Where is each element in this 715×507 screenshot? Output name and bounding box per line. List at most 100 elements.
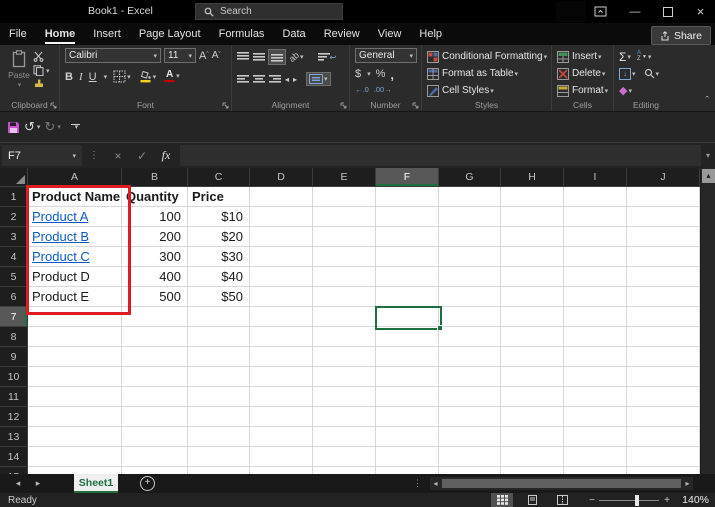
cell-J11[interactable] bbox=[627, 387, 700, 407]
cell-D8[interactable] bbox=[250, 327, 313, 347]
cell-D12[interactable] bbox=[250, 407, 313, 427]
cell-D2[interactable] bbox=[250, 207, 313, 227]
sheet-nav-left-icon[interactable]: ◂ bbox=[8, 478, 28, 489]
cell-F1[interactable] bbox=[376, 187, 439, 207]
cut-button[interactable] bbox=[33, 51, 50, 62]
cell-H12[interactable] bbox=[501, 407, 564, 427]
format-cells-button[interactable]: Format ▾ bbox=[557, 82, 610, 99]
search-box[interactable]: Search bbox=[195, 3, 343, 20]
number-dialog-launcher[interactable] bbox=[412, 102, 419, 109]
cell-J12[interactable] bbox=[627, 407, 700, 427]
new-sheet-button[interactable]: + bbox=[140, 476, 155, 491]
top-align-button[interactable] bbox=[237, 52, 249, 62]
clear-button[interactable]: ◆ ▾ bbox=[619, 84, 632, 97]
cell-E8[interactable] bbox=[313, 327, 376, 347]
tab-home[interactable]: Home bbox=[36, 24, 85, 45]
zoom-slider-thumb[interactable] bbox=[635, 494, 639, 506]
bold-button[interactable]: B bbox=[65, 71, 73, 83]
cell-B8[interactable] bbox=[122, 327, 188, 347]
hscroll-thumb[interactable] bbox=[442, 479, 681, 488]
hscroll-left-icon[interactable]: ◂ bbox=[430, 479, 441, 488]
account-area[interactable] bbox=[556, 1, 586, 22]
cell-D14[interactable] bbox=[250, 447, 313, 467]
cell-G12[interactable] bbox=[439, 407, 501, 427]
format-as-table-button[interactable]: Format as Table ▾ bbox=[427, 65, 548, 82]
cell-B14[interactable] bbox=[122, 447, 188, 467]
format-painter-button[interactable] bbox=[33, 79, 50, 90]
tab-formulas[interactable]: Formulas bbox=[210, 24, 274, 45]
cell-E2[interactable] bbox=[313, 207, 376, 227]
cell-B10[interactable] bbox=[122, 367, 188, 387]
maximize-button[interactable] bbox=[653, 0, 683, 23]
row-header-13[interactable]: 13 bbox=[0, 427, 28, 447]
cell-E6[interactable] bbox=[313, 287, 376, 307]
conditional-formatting-button[interactable]: Conditional Formatting ▾ bbox=[427, 48, 548, 65]
col-header-E[interactable]: E bbox=[313, 168, 376, 187]
cell-G5[interactable] bbox=[439, 267, 501, 287]
row-header-3[interactable]: 3 bbox=[0, 227, 28, 247]
increase-font-size-button[interactable]: Aˆ bbox=[199, 50, 209, 62]
cell-A2[interactable]: Product A bbox=[28, 207, 122, 227]
cell-I10[interactable] bbox=[564, 367, 627, 387]
tab-view[interactable]: View bbox=[369, 24, 411, 45]
cell-D15[interactable] bbox=[250, 467, 313, 474]
cell-I9[interactable] bbox=[564, 347, 627, 367]
cell-J5[interactable] bbox=[627, 267, 700, 287]
cell-E9[interactable] bbox=[313, 347, 376, 367]
accounting-format-button[interactable]: $ bbox=[355, 68, 361, 80]
cell-J6[interactable] bbox=[627, 287, 700, 307]
tab-insert[interactable]: Insert bbox=[84, 24, 130, 45]
fill-button[interactable]: ↓ ▾ bbox=[619, 67, 636, 80]
col-header-D[interactable]: D bbox=[250, 168, 313, 187]
row-header-9[interactable]: 9 bbox=[0, 347, 28, 367]
cell-E13[interactable] bbox=[313, 427, 376, 447]
orientation-button[interactable]: ab ▾ bbox=[287, 50, 304, 64]
cell-I6[interactable] bbox=[564, 287, 627, 307]
cell-B9[interactable] bbox=[122, 347, 188, 367]
cell-J10[interactable] bbox=[627, 367, 700, 387]
cell-A6[interactable]: Product E bbox=[28, 287, 122, 307]
cell-C15[interactable] bbox=[188, 467, 250, 474]
cell-C2[interactable]: $10 bbox=[188, 207, 250, 227]
cell-A8[interactable] bbox=[28, 327, 122, 347]
cell-A7[interactable] bbox=[28, 307, 122, 327]
cell-D1[interactable] bbox=[250, 187, 313, 207]
hscroll-right-icon[interactable]: ▸ bbox=[682, 479, 693, 488]
cell-A15[interactable] bbox=[28, 467, 122, 474]
cell-F15[interactable] bbox=[376, 467, 439, 474]
cell-A5[interactable]: Product D bbox=[28, 267, 122, 287]
cell-I7[interactable] bbox=[564, 307, 627, 327]
cell-F8[interactable] bbox=[376, 327, 439, 347]
decrease-decimal-button[interactable]: .00→ bbox=[374, 85, 392, 94]
cell-H2[interactable] bbox=[501, 207, 564, 227]
cell-I2[interactable] bbox=[564, 207, 627, 227]
horizontal-scrollbar[interactable]: ◂ ▸ bbox=[430, 477, 693, 490]
center-button[interactable] bbox=[253, 74, 265, 84]
col-header-I[interactable]: I bbox=[564, 168, 627, 187]
cell-D13[interactable] bbox=[250, 427, 313, 447]
cell-E11[interactable] bbox=[313, 387, 376, 407]
cell-G15[interactable] bbox=[439, 467, 501, 474]
row-header-5[interactable]: 5 bbox=[0, 267, 28, 287]
clipboard-dialog-launcher[interactable] bbox=[50, 102, 57, 109]
paste-button[interactable]: Paste ▾ bbox=[5, 48, 33, 90]
sheet-nav-right-icon[interactable]: ▸ bbox=[28, 478, 48, 489]
middle-align-button[interactable] bbox=[253, 52, 265, 62]
minimize-button[interactable]: — bbox=[620, 0, 650, 23]
row-header-4[interactable]: 4 bbox=[0, 247, 28, 267]
cell-A1[interactable]: Product Name bbox=[28, 187, 122, 207]
cell-J1[interactable] bbox=[627, 187, 700, 207]
row-header-6[interactable]: 6 bbox=[0, 287, 28, 307]
cell-C4[interactable]: $30 bbox=[188, 247, 250, 267]
cell-E15[interactable] bbox=[313, 467, 376, 474]
cell-E10[interactable] bbox=[313, 367, 376, 387]
comma-style-button[interactable]: , bbox=[390, 67, 394, 82]
cell-F13[interactable] bbox=[376, 427, 439, 447]
cell-B4[interactable]: 300 bbox=[122, 247, 188, 267]
col-header-G[interactable]: G bbox=[439, 168, 501, 187]
cell-G14[interactable] bbox=[439, 447, 501, 467]
cell-J9[interactable] bbox=[627, 347, 700, 367]
zoom-slider[interactable] bbox=[599, 494, 659, 506]
row-header-11[interactable]: 11 bbox=[0, 387, 28, 407]
ribbon-display-options-button[interactable] bbox=[585, 0, 615, 23]
